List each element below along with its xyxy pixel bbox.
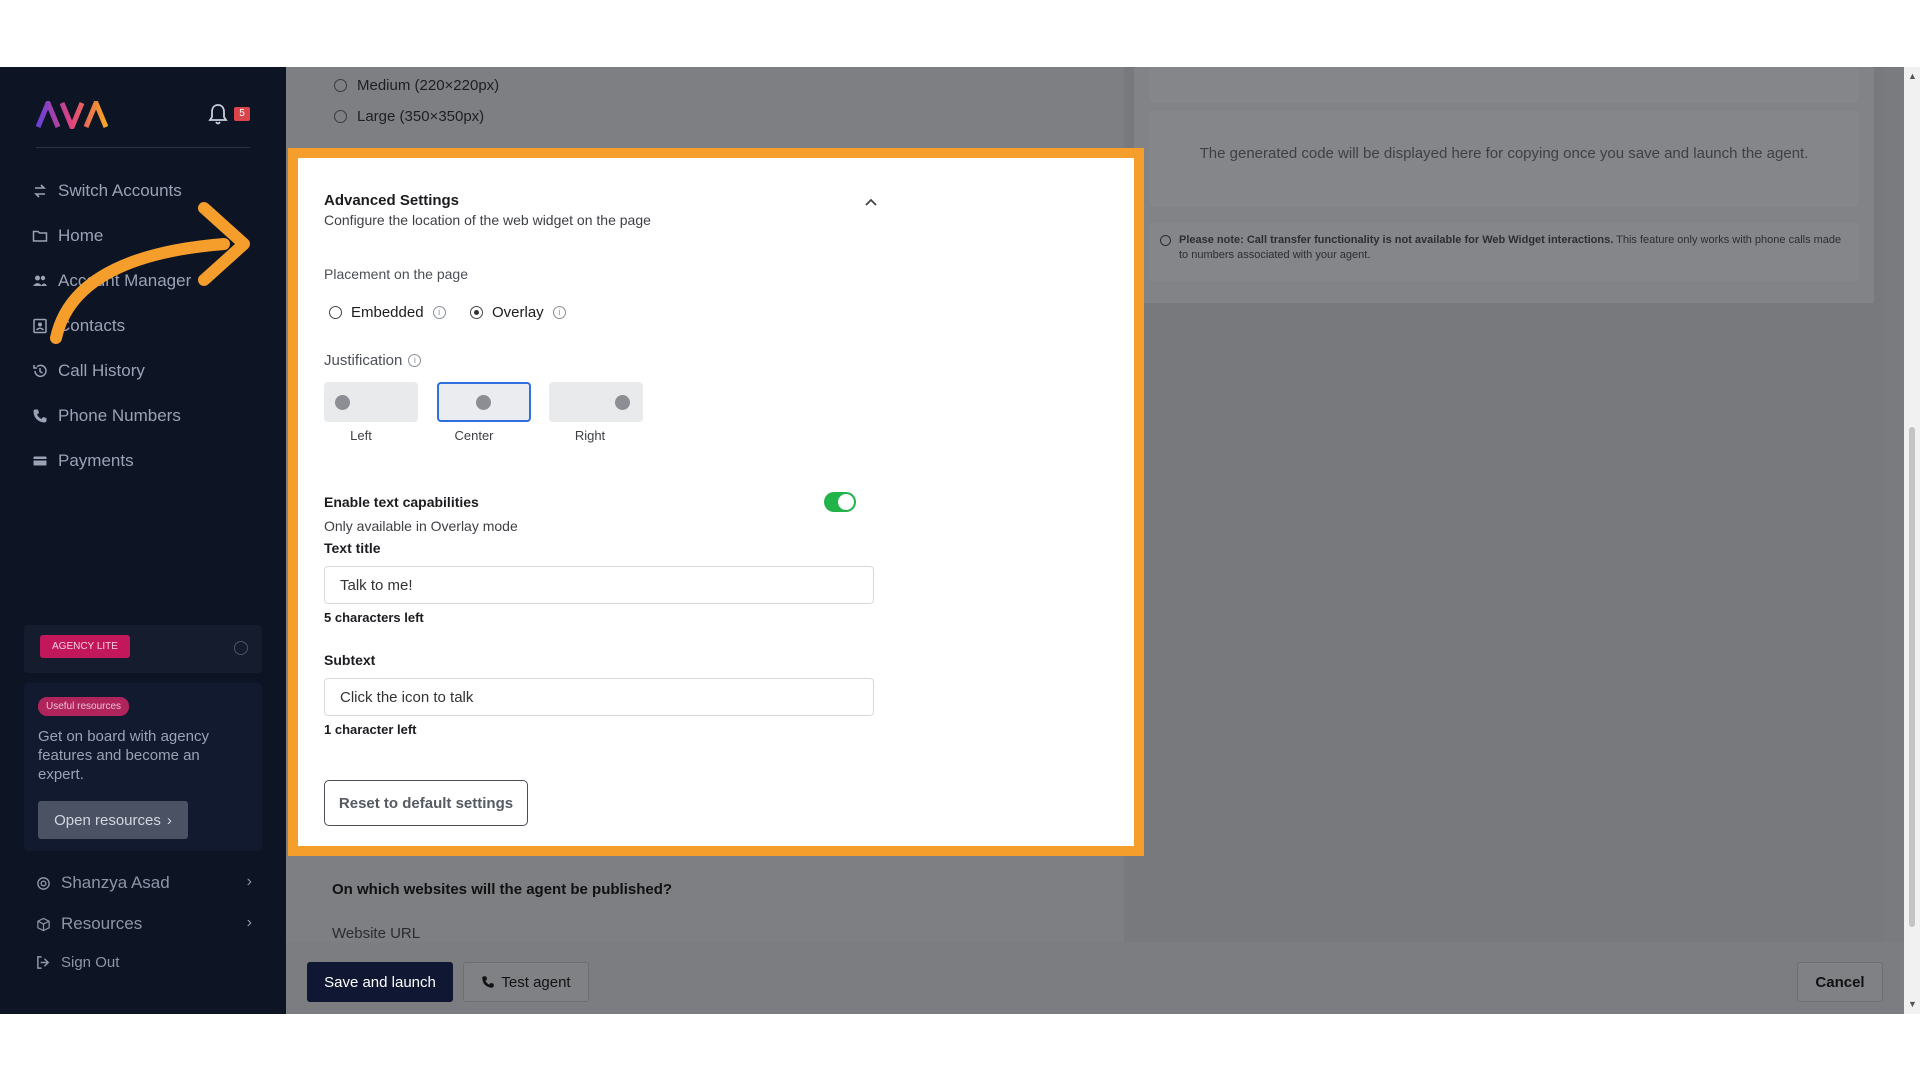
- placement-label: Placement on the page: [324, 266, 468, 282]
- resources-card: Useful resources Get on board with agenc…: [24, 683, 262, 851]
- text-capabilities-toggle[interactable]: [824, 492, 856, 512]
- open-resources-button[interactable]: Open resources ›: [38, 801, 188, 839]
- reset-to-default-button[interactable]: Reset to default settings: [324, 780, 528, 826]
- bell-icon[interactable]: [208, 103, 228, 130]
- test-agent-button[interactable]: Test agent: [463, 962, 589, 1002]
- size-option-large[interactable]: Large (350×350px): [334, 108, 484, 125]
- placement-option-overlay[interactable]: Overlay i: [470, 304, 566, 321]
- website-url-label: Website URL: [332, 925, 421, 942]
- chevron-right-icon[interactable]: ›: [247, 914, 252, 932]
- code-column: The generated code will be displayed her…: [1124, 67, 1884, 942]
- placement-option-label: Embedded: [351, 304, 424, 321]
- highlight-frame: Advanced Settings Configure the location…: [288, 148, 1144, 856]
- size-option-medium[interactable]: Medium (220×220px): [334, 77, 499, 94]
- cube-icon: [37, 917, 50, 931]
- info-icon: [1160, 235, 1171, 246]
- text-title-label: Text title: [324, 540, 381, 556]
- sidebar-divider: [36, 147, 250, 148]
- sign-out-button[interactable]: Sign Out: [36, 954, 119, 971]
- text-capabilities-note: Only available in Overlay mode: [324, 518, 518, 534]
- scrollbar[interactable]: ▲ ▼: [1904, 67, 1920, 1014]
- position-dot: [335, 395, 350, 410]
- sidebar-item-phone-numbers[interactable]: Phone Numbers: [32, 406, 181, 426]
- justification-left[interactable]: [324, 382, 418, 422]
- plan-card: AGENCY LITE: [24, 625, 262, 673]
- text-title-input[interactable]: Talk to me!: [324, 566, 874, 604]
- scroll-down-icon[interactable]: ▼: [1908, 999, 1917, 1009]
- sidebar-item-payments[interactable]: Payments: [32, 451, 134, 471]
- card-icon: [33, 456, 47, 466]
- advanced-settings-title: Advanced Settings: [324, 192, 460, 209]
- info-icon[interactable]: i: [552, 306, 566, 319]
- advanced-settings-panel: Advanced Settings Configure the location…: [318, 168, 1114, 836]
- size-option-label: Medium (220×220px): [357, 77, 500, 94]
- info-icon[interactable]: i: [432, 306, 446, 319]
- pointer-arrow-icon: [50, 202, 250, 344]
- scroll-up-icon[interactable]: ▲: [1908, 71, 1917, 81]
- subtext-counter: 1 character left: [324, 722, 417, 737]
- save-and-launch-button[interactable]: Save and launch: [307, 962, 453, 1002]
- justification-label: Justification i: [324, 352, 422, 369]
- resources-badge: Useful resources: [38, 697, 130, 716]
- advanced-settings-subtitle: Configure the location of the web widget…: [324, 212, 651, 228]
- sidebar-item-call-history[interactable]: Call History: [32, 361, 145, 381]
- resources-label: Resources: [61, 914, 143, 933]
- radio-button[interactable]: [334, 79, 347, 92]
- history-icon: [33, 364, 47, 378]
- user-menu[interactable]: Shanzya Asad: [36, 873, 256, 893]
- call-transfer-note: Please note: Call transfer functionality…: [1149, 223, 1859, 281]
- justification-right[interactable]: [549, 382, 643, 422]
- placement-option-label: Overlay: [492, 304, 544, 321]
- placement-option-embedded[interactable]: Embedded i: [329, 304, 446, 321]
- sidebar-item-label: Call History: [58, 361, 145, 380]
- notification-badge: 5: [234, 107, 250, 121]
- note-bold: Please note: Call transfer functionality…: [1179, 234, 1614, 246]
- scrollbar-thumb[interactable]: [1909, 427, 1915, 927]
- sidebar-item-label: Phone Numbers: [58, 406, 181, 425]
- justification-center-label: Center: [454, 428, 494, 443]
- text-capabilities-label: Enable text capabilities: [324, 494, 479, 510]
- radio-button[interactable]: [334, 110, 347, 123]
- info-icon[interactable]: i: [408, 354, 422, 367]
- chevron-up-icon[interactable]: [864, 194, 878, 212]
- radio-button[interactable]: [329, 306, 342, 319]
- resources-menu[interactable]: Resources: [36, 914, 142, 934]
- footer-bar: Save and launch Test agent Cancel: [286, 942, 1904, 1014]
- user-name: Shanzya Asad: [61, 873, 170, 892]
- justification-right-label: Right: [574, 428, 606, 443]
- cancel-button[interactable]: Cancel: [1797, 962, 1883, 1002]
- sidebar-item-label: Payments: [58, 451, 134, 470]
- test-agent-label: Test agent: [501, 973, 571, 991]
- subtext-input[interactable]: Click the icon to talk: [324, 678, 874, 716]
- chevron-right-icon[interactable]: ›: [247, 873, 252, 891]
- info-icon[interactable]: [234, 641, 248, 655]
- phone-icon: [33, 409, 47, 423]
- subtext-label: Subtext: [324, 652, 376, 668]
- publish-question: On which websites will the agent be publ…: [332, 881, 673, 898]
- resources-text: Get on board with agency features and be…: [38, 728, 209, 783]
- code-preview-top: [1149, 67, 1859, 103]
- settings-icon: [37, 876, 50, 890]
- code-card: The generated code will be displayed her…: [1134, 67, 1874, 303]
- plan-badge[interactable]: AGENCY LITE: [40, 635, 130, 658]
- code-placeholder: The generated code will be displayed her…: [1149, 111, 1859, 207]
- sign-out-icon: [37, 956, 50, 969]
- text-title-counter: 5 characters left: [324, 610, 424, 625]
- ava-logo[interactable]: [35, 100, 109, 134]
- toggle-knob: [838, 494, 854, 510]
- open-resources-label: Open resources: [54, 811, 161, 829]
- sign-out-label: Sign Out: [61, 954, 120, 971]
- size-option-label: Large (350×350px): [357, 108, 485, 125]
- phone-icon: [482, 976, 495, 988]
- justification-center[interactable]: [437, 382, 531, 422]
- radio-button-selected[interactable]: [470, 306, 483, 319]
- position-dot: [476, 395, 491, 410]
- justification-label-text: Justification: [324, 352, 403, 369]
- justification-left-label: Left: [350, 428, 372, 443]
- chevron-right-icon: ›: [166, 811, 172, 829]
- position-dot: [615, 395, 630, 410]
